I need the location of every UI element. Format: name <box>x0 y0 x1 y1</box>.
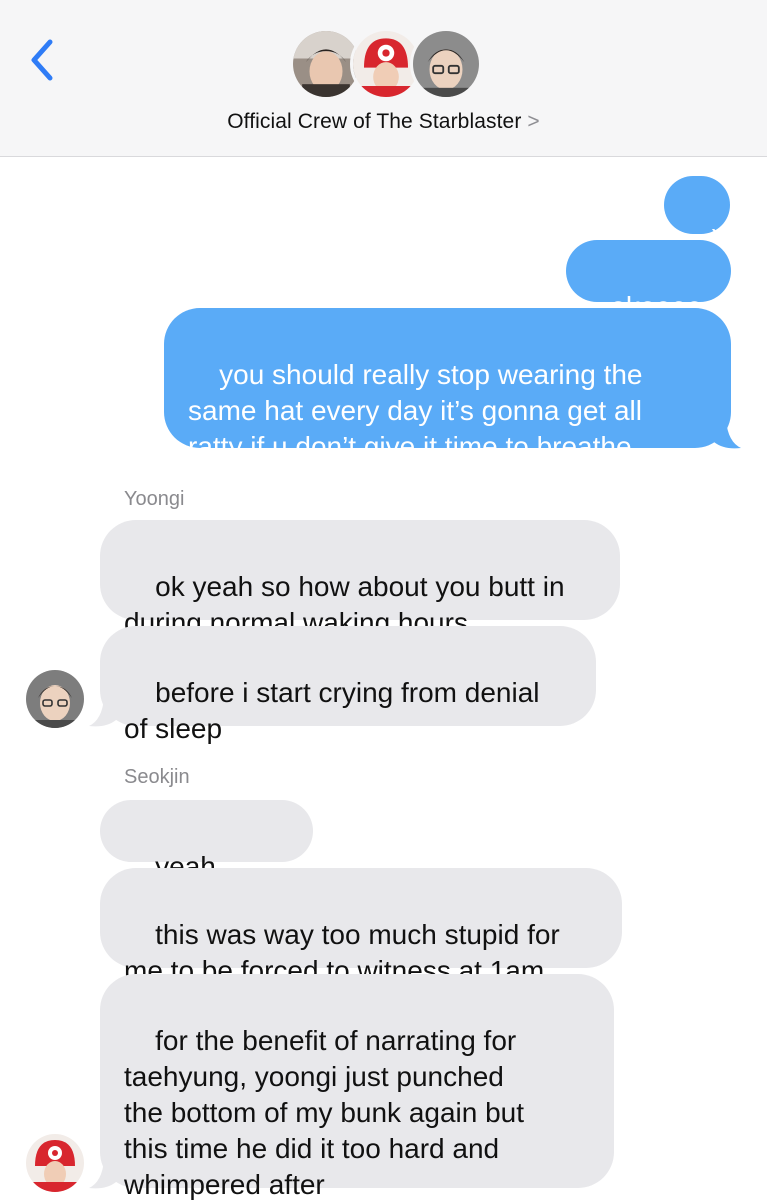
incoming-message[interactable]: yeah please <box>100 800 313 918</box>
group-title-text: Official Crew of The Starblaster <box>227 110 522 133</box>
group-title[interactable]: Official Crew of The Starblaster > <box>0 110 767 134</box>
message-text: before i start crying from denial of sle… <box>124 677 540 744</box>
incoming-message[interactable]: before i start crying from denial of sle… <box>100 626 596 744</box>
sender-name: Yoongi <box>124 488 185 510</box>
bubble-tail <box>714 420 741 449</box>
incoming-message[interactable]: this was way too much stupid for me to b… <box>100 868 622 986</box>
seokjin-avatar[interactable] <box>26 1134 84 1192</box>
yoongi-avatar <box>410 28 482 100</box>
sender-name: Seokjin <box>124 766 190 788</box>
yoongi-avatar[interactable] <box>26 670 84 728</box>
back-button[interactable] <box>22 36 62 84</box>
outgoing-message[interactable]: you should really stop wearing the same … <box>164 308 731 462</box>
messages-screen: Official Crew of The Starblaster > :) oke… <box>0 0 767 1200</box>
bubble-tail <box>89 1160 116 1189</box>
incoming-message[interactable]: for the benefit of narrating for taehyun… <box>100 974 614 1200</box>
group-avatars[interactable] <box>290 28 482 104</box>
chevron-right-icon: > <box>527 110 540 133</box>
chevron-left-icon <box>31 39 53 81</box>
conversation-header: Official Crew of The Starblaster > <box>0 0 767 157</box>
message-text: for the benefit of narrating for taehyun… <box>124 1025 525 1200</box>
message-text: you should really stop wearing the same … <box>188 359 643 462</box>
incoming-message[interactable]: ok yeah so how about you butt in during … <box>100 520 620 638</box>
bubble-tail <box>89 698 116 727</box>
outgoing-message[interactable]: okeeeee <box>566 240 731 322</box>
outgoing-message[interactable]: :) <box>664 176 730 255</box>
